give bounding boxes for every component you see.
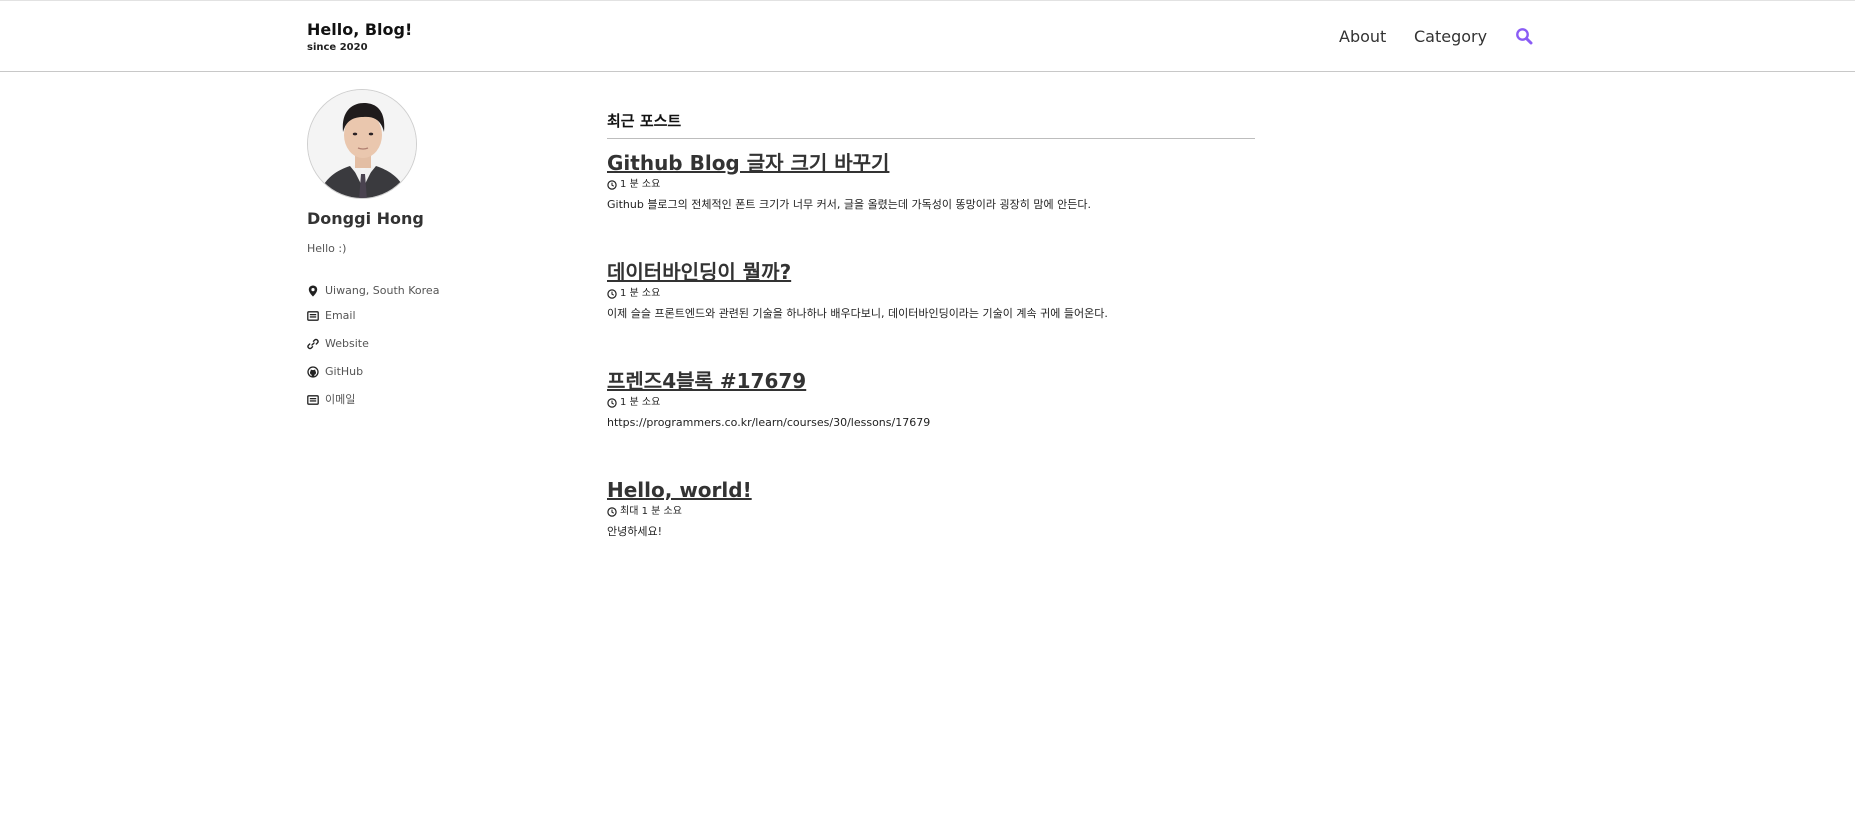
clock-icon [607,289,617,299]
envelope-icon [307,310,319,322]
post-meta: 1 분 소요 [607,288,1307,300]
github-link[interactable]: GitHub [325,365,363,379]
post-meta: 1 분 소요 [607,179,1307,191]
post-title-link[interactable]: Github Blog 글자 크기 바꾸기 [607,150,1307,176]
post-excerpt: https://programmers.co.kr/learn/courses/… [607,416,931,429]
github-icon [307,366,319,378]
author-link-location: Uiwang, South Korea [307,280,439,302]
post-item: Hello, world! 최대 1 분 소요 안녕하세요! [607,477,1307,539]
post-item: 데이터바인딩이 뭘까? 1 분 소요 이제 슬슬 프론트엔드와 관련된 기술을 … [607,259,1307,321]
author-links: Uiwang, South Korea Email Website GitHub… [307,280,439,414]
author-bio: Hello :) [307,242,347,255]
post-title-link[interactable]: 데이터바인딩이 뭘까? [607,259,1307,285]
site-title[interactable]: Hello, Blog! [307,20,412,39]
post-excerpt: 이제 슬슬 프론트엔드와 관련된 기술을 하나하나 배우다보니, 데이터바인딩이… [607,307,1108,320]
read-time: 1 분 소요 [620,397,661,408]
post-title-link[interactable]: Hello, world! [607,477,1307,503]
post-excerpt: 안녕하세요! [607,525,663,538]
read-time: 1 분 소요 [620,179,661,190]
post-meta: 1 분 소요 [607,397,1307,409]
author-photo [308,90,416,198]
post-item: Github Blog 글자 크기 바꾸기 1 분 소요 Github 블로그의… [607,150,1307,212]
post-meta: 최대 1 분 소요 [607,506,1307,518]
avatar [307,89,417,199]
search-icon [1516,27,1533,44]
clock-icon [607,180,617,190]
author-link-email-kr[interactable]: 이메일 [307,386,439,414]
envelope-icon [307,394,319,406]
post-item: 프렌즈4블록 #17679 1 분 소요 https://programmers… [607,368,1307,430]
author-link-website[interactable]: Website [307,330,439,358]
recent-posts-title: 최근 포스트 [607,111,1255,139]
site-subtitle: since 2020 [307,42,368,53]
masthead: Hello, Blog! since 2020 About Category [0,0,1855,72]
author-link-github[interactable]: GitHub [307,358,439,386]
location-label: Uiwang, South Korea [325,284,440,297]
email-link[interactable]: Email [325,309,356,323]
map-marker-icon [307,285,319,297]
author-link-email[interactable]: Email [307,302,439,330]
author-name: Donggi Hong [307,209,424,228]
post-excerpt: Github 블로그의 전체적인 폰트 크기가 너무 커서, 글을 올렸는데 가… [607,198,1091,211]
read-time: 1 분 소요 [620,288,661,299]
email-kr-link[interactable]: 이메일 [325,393,355,407]
post-title-link[interactable]: 프렌즈4블록 #17679 [607,368,1307,394]
nav-about[interactable]: About [1339,27,1386,47]
clock-icon [607,398,617,408]
website-link[interactable]: Website [325,337,369,351]
nav-category[interactable]: Category [1414,27,1487,47]
search-button[interactable] [1513,26,1535,48]
clock-icon [607,507,617,517]
read-time: 최대 1 분 소요 [620,506,682,517]
link-icon [307,338,319,350]
